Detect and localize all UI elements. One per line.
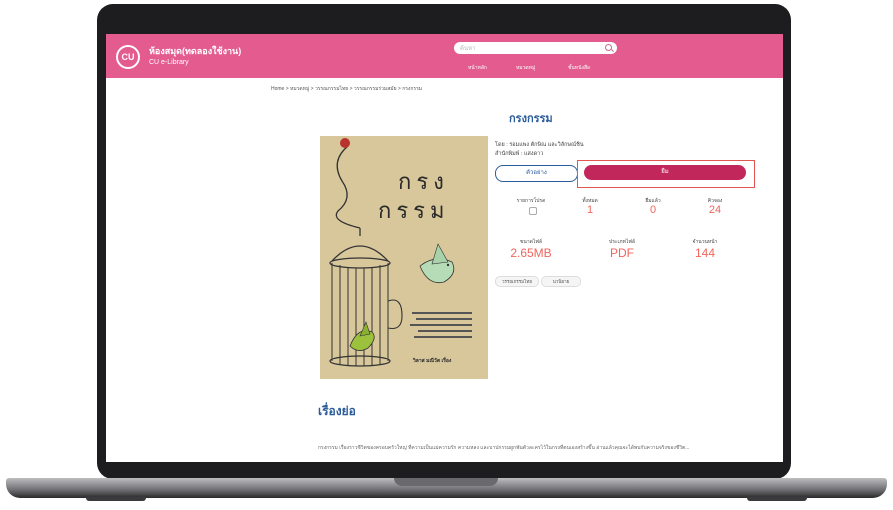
nav-link-bookshelf[interactable]: ชั้นหนังสือ xyxy=(568,64,590,72)
search-placeholder: ค้นหา xyxy=(460,46,476,52)
cover-title-line2: กรรม xyxy=(378,199,450,224)
book-author: โดย : รอมแพง ตักษิณ และวิลักษณ์ชิน xyxy=(495,142,584,148)
cover-author: วิลาส มณีวัต เรื่อง xyxy=(413,358,452,364)
cu-logo-icon[interactable]: CU xyxy=(116,45,140,69)
nav-link-categories[interactable]: หมวดหมู่ xyxy=(516,64,535,72)
stat-label-favorite: รายการโปรด xyxy=(516,198,546,204)
book-title: กรงกรรม xyxy=(509,113,553,125)
borrow-button[interactable]: ยืม xyxy=(584,165,746,180)
synopsis-body: กรงกรรม เรื่องราวชีวิตของครอบครัวใหญ่ ที… xyxy=(318,445,690,451)
favorite-heart-icon[interactable] xyxy=(529,207,537,215)
stat-value-borrowed: 0 xyxy=(649,204,657,216)
stat-value-queue: 24 xyxy=(708,204,722,216)
site-title[interactable]: ห้องสมุด(ทดลองใช้งาน) xyxy=(149,44,241,58)
tag-chip[interactable]: นวนิยาย xyxy=(541,276,581,287)
stat-label-pages: จำนวนหน้า xyxy=(692,239,718,245)
search-icon[interactable] xyxy=(605,44,612,51)
stat-value-pages: 144 xyxy=(694,246,716,260)
laptop-notch xyxy=(394,478,498,486)
search-input[interactable]: ค้นหา xyxy=(454,42,617,54)
book-cover: กรง กรรม วิลาส มณีวัต เรื่อง xyxy=(320,136,488,379)
stat-label-filesize: ขนาดไฟล์ xyxy=(519,239,542,245)
stat-value-total: 1 xyxy=(586,204,594,216)
stat-label-filetype: ประเภทไฟล์ xyxy=(609,239,635,245)
book-publisher: สำนักพิมพ์ : แสงดาว xyxy=(495,151,544,157)
laptop-screen: CU ห้องสมุด(ทดลองใช้งาน) CU e-Library ค้… xyxy=(106,34,783,462)
synopsis-title: เรื่องย่อ xyxy=(318,404,356,418)
site-header: CU ห้องสมุด(ทดลองใช้งาน) CU e-Library ค้… xyxy=(106,34,783,78)
breadcrumb[interactable]: Home > หมวดหมู่ > วรรณกรรมไทย > วรรณกรรม… xyxy=(271,85,422,93)
laptop-foot-right xyxy=(747,497,807,501)
nav-link-home[interactable]: หน้าหลัก xyxy=(468,64,487,72)
stat-value-filesize: 2.65MB xyxy=(510,246,552,260)
laptop-foot-left xyxy=(86,497,146,501)
stat-value-filetype: PDF xyxy=(610,246,634,260)
sample-button[interactable]: ตัวอย่าง xyxy=(495,165,578,182)
tag-chip[interactable]: วรรณกรรมไทย xyxy=(495,276,539,287)
site-subtitle: CU e-Library xyxy=(149,59,189,66)
